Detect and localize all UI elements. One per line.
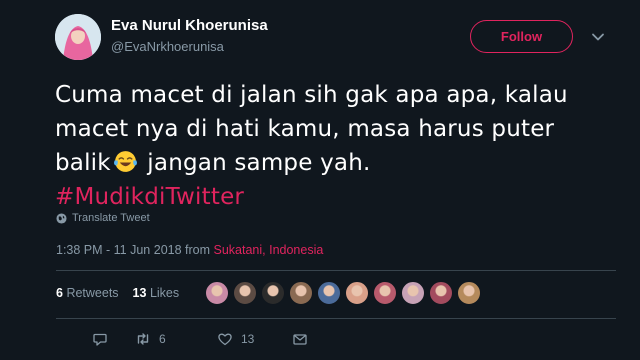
avatar-image xyxy=(55,14,101,60)
liker-avatar[interactable] xyxy=(345,281,369,305)
likes-stat[interactable]: 13 Likes xyxy=(133,286,180,300)
tweet-actions: 6 13 xyxy=(0,331,640,351)
liker-avatar[interactable] xyxy=(429,281,453,305)
liker-avatars xyxy=(205,281,481,305)
divider-bottom xyxy=(56,318,616,319)
like-button[interactable]: 13 xyxy=(217,331,254,347)
like-count: 13 xyxy=(241,332,255,346)
translate-label[interactable]: Translate Tweet xyxy=(72,212,150,224)
divider-top xyxy=(56,270,616,271)
chevron-down-icon[interactable] xyxy=(591,30,605,44)
reply-icon xyxy=(93,333,107,346)
retweet-count: 6 xyxy=(159,332,166,346)
tweet-line-2: macet nya di hati kamu, masa harus puter xyxy=(55,116,555,142)
retweet-button[interactable]: 6 xyxy=(135,331,166,347)
follow-button[interactable]: Follow xyxy=(470,20,573,53)
tweet-timestamp: 1:38 PM - 11 Jun 2018 from Sukatani, Ind… xyxy=(56,243,323,257)
mail-icon xyxy=(293,334,307,345)
heart-icon xyxy=(218,333,232,346)
likes-label: Likes xyxy=(149,286,180,300)
tweet-line-1: Cuma macet di jalan sih gak apa apa, kal… xyxy=(55,82,568,108)
author-name[interactable]: Eva Nurul Khoerunisa xyxy=(111,17,268,34)
hashtag-link[interactable]: #MudikdiTwitter xyxy=(55,180,615,214)
liker-avatar[interactable] xyxy=(205,281,229,305)
liker-avatar[interactable] xyxy=(457,281,481,305)
location-link[interactable]: Sukatani, Indonesia xyxy=(214,243,324,257)
retweet-icon xyxy=(137,333,149,345)
timestamp-text: 1:38 PM - 11 Jun 2018 from xyxy=(56,243,214,257)
tweet-line-3-end: jangan sampe yah. xyxy=(139,150,371,176)
reply-button[interactable] xyxy=(92,331,108,347)
translate-tweet[interactable]: Translate Tweet xyxy=(56,212,150,224)
tweet-text: Cuma macet di jalan sih gak apa apa, kal… xyxy=(55,78,615,214)
liker-avatar[interactable] xyxy=(317,281,341,305)
liker-avatar[interactable] xyxy=(401,281,425,305)
liker-avatar[interactable] xyxy=(373,281,397,305)
direct-message-button[interactable] xyxy=(292,331,308,347)
liker-avatar[interactable] xyxy=(233,281,257,305)
retweets-label: Retweets xyxy=(66,286,119,300)
tears-of-joy-emoji-icon xyxy=(113,151,137,172)
author-avatar[interactable] xyxy=(55,14,101,60)
liker-avatar[interactable] xyxy=(289,281,313,305)
retweets-stat[interactable]: 6 Retweets xyxy=(56,286,119,300)
likes-count: 13 xyxy=(132,286,147,300)
tweet-card: Eva Nurul Khoerunisa @EvaNrkhoerunisa Fo… xyxy=(0,0,640,360)
author-handle[interactable]: @EvaNrkhoerunisa xyxy=(111,39,224,54)
globe-icon xyxy=(56,212,67,224)
tweet-line-3-start: balik xyxy=(55,150,111,176)
retweets-count: 6 xyxy=(56,286,63,300)
engagement-stats: 6 Retweets 13 Likes xyxy=(56,286,179,300)
tweet-line-3: balik jangan sampe yah. xyxy=(55,146,615,180)
liker-avatar[interactable] xyxy=(261,281,285,305)
